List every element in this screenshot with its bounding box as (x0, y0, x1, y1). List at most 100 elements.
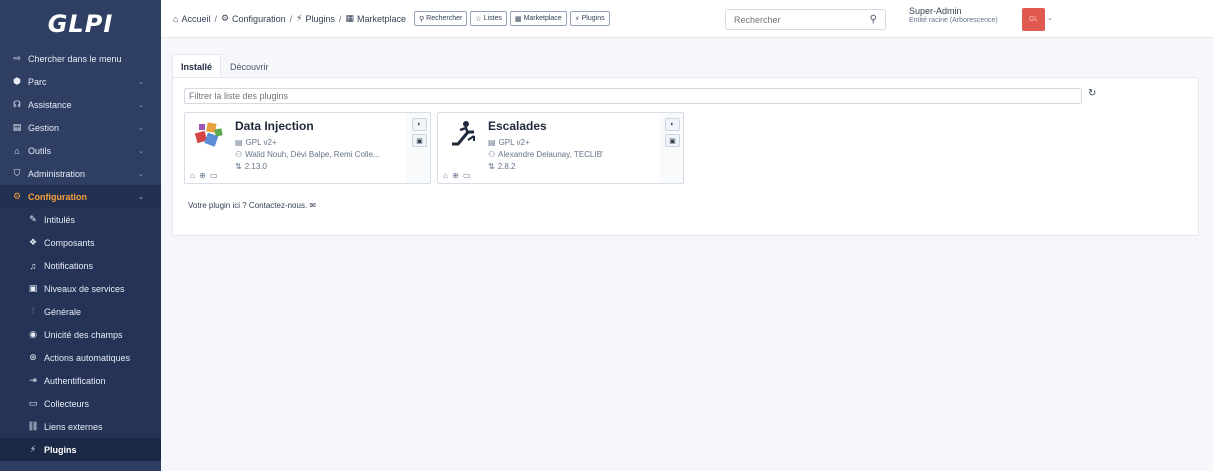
folder-button[interactable]: ▣ (412, 134, 427, 147)
toggle-enable-button[interactable]: ◐ (665, 118, 680, 131)
settings-icon: ⚙ (220, 13, 230, 23)
sidebar-item-label: Administration (28, 168, 86, 179)
sidebar-item-label: Actions automatiques (44, 352, 131, 363)
sidebar-item-label: Intitulés (44, 214, 76, 225)
sidebar-item-label: Parc (28, 76, 47, 87)
sidebar-subitem-plugins[interactable]: ⚡ Plugins (0, 438, 161, 461)
adjustments-icon: ⫶ (31, 306, 35, 316)
plugin-filter-input[interactable] (184, 88, 1082, 104)
sidebar-subitem-generale[interactable]: ⫶ Générale (0, 300, 161, 323)
tab-discover[interactable]: Découvrir (221, 54, 278, 78)
plugins-button[interactable]: ⚡ Plugins (569, 11, 610, 26)
sidebar-item-label: Composants (44, 237, 95, 248)
sidebar-item-gestion[interactable]: ▤ Gestion ⌄ (0, 116, 161, 139)
folder-button[interactable]: ▣ (665, 134, 680, 147)
sidebar: GLPI ⇨ Chercher dans le menu ⬢ Parc ⌄ ☊ Assi… (0, 0, 161, 471)
sidebar-nav: ⇨ Chercher dans le menu ⬢ Parc ⌄ ☊ Assistanc… (0, 47, 161, 461)
sidebar-item-configuration[interactable]: ⚙ Configuration ⌄ (0, 185, 161, 208)
sidebar-item-outils[interactable]: ⌂ Outils ⌄ (0, 139, 161, 162)
sidebar-item-label: Plugins (44, 444, 77, 455)
home-icon[interactable]: ⌂ (190, 171, 196, 180)
book-icon[interactable]: ▭ (210, 171, 219, 180)
user-name: Super-Admin (909, 6, 962, 16)
sidebar-subitem-niveaux-services[interactable]: ▣ Niveaux de services (0, 277, 161, 300)
plugin-card-data-injection: Data Injection ▤ GPL v2+ ⚇ Walid Nouh, Dév… (184, 112, 431, 184)
sidebar-item-label: Notifications (44, 260, 94, 271)
sidebar-item-label: Niveaux de services (44, 283, 125, 294)
shield-check-icon: ⛉ (13, 168, 21, 178)
sidebar-item-parc[interactable]: ⬢ Parc ⌄ (0, 70, 161, 93)
sidebar-subitem-intitules[interactable]: ✎ Intitulés (0, 208, 161, 231)
plugin-version: ⇅ 2.8.2 (488, 162, 516, 171)
building-store-icon: ▦ (345, 13, 354, 23)
chevron-down-icon[interactable]: ⌄ (1047, 14, 1053, 22)
breadcrumb-accueil[interactable]: ⌂ Accueil (173, 14, 210, 24)
sidebar-item-label: Collecteurs (44, 398, 90, 409)
plugin-card-body: Escalades ▤ GPL v2+ ⚇ Alexandre Delaunay, … (438, 113, 660, 183)
breadcrumb-configuration[interactable]: ⚙ Configuration (221, 13, 286, 24)
users-icon: ⚇ (488, 150, 496, 159)
inbox-icon: ▭ (28, 398, 38, 408)
home-icon[interactable]: ⌂ (443, 171, 449, 180)
plugins-panel: ↻ Data Injection ▤GPL v2+ ⚇Walid Nouh, D… (172, 77, 1199, 236)
bell-icon: ♫ (29, 260, 37, 271)
automation-icon: ⊛ (29, 352, 37, 362)
plugin-links: ⌂ ⊕ ▭ (190, 171, 219, 180)
chevron-down-icon: ⌄ (138, 78, 144, 86)
edit-icon: ✎ (29, 214, 37, 224)
user-menu[interactable]: Super-Admin Entité racine (Arborescence) (909, 6, 998, 26)
sidebar-item-label: Outils (28, 145, 52, 156)
building-store-icon: ▦ (514, 15, 522, 23)
plugin-license: ▤ GPL v2+ (235, 138, 277, 147)
sidebar-item-label: Unicité des champs (44, 329, 123, 340)
plugin-license: ▤ GPL v2+ (488, 138, 530, 147)
cube-icon: ⬢ (13, 76, 21, 86)
folder-icon: ▣ (669, 137, 676, 145)
search-icon[interactable]: ⚲ (870, 14, 877, 25)
marketplace-button[interactable]: ▦ Marketplace (509, 11, 567, 26)
git-branch-icon: ⇅ (235, 162, 242, 171)
bug-icon[interactable]: ⊕ (199, 171, 207, 180)
search-icon: ⚲ (419, 15, 425, 23)
sidebar-item-label: Authentification (44, 375, 106, 386)
search-button[interactable]: ⚲ Rechercher (414, 11, 468, 26)
toggle-icon: ◐ (670, 121, 675, 128)
sidebar-item-label: Chercher dans le menu (28, 53, 122, 64)
toggle-enable-button[interactable]: ◐ (412, 118, 427, 131)
refresh-icon[interactable]: ↻ (1088, 88, 1096, 99)
sidebar-subitem-composants[interactable]: ❖ Composants (0, 231, 161, 254)
plug-icon: ⚡ (296, 13, 303, 23)
sidebar-item-label: Assistance (28, 99, 72, 110)
plugin-authors: ⚇ Alexandre Delaunay, TECLIB' (488, 150, 604, 159)
plugin-tabs: Installé Découvrir (172, 54, 278, 78)
breadcrumb-separator: / (289, 13, 293, 24)
sidebar-subitem-collecteurs[interactable]: ▭ Collecteurs (0, 392, 161, 415)
lists-button[interactable]: ☆ Listes (470, 11, 507, 26)
sidebar-subitem-notifications[interactable]: ♫ Notifications (0, 254, 161, 277)
quick-actions: ⚲ Rechercher ☆ Listes ▦ Marketplace ⚡ Plugin… (414, 11, 610, 26)
global-search-input[interactable] (734, 14, 864, 25)
sidebar-item-assistance[interactable]: ☊ Assistance ⌄ (0, 93, 161, 116)
breadcrumb-marketplace[interactable]: ▦ Marketplace (345, 13, 406, 24)
breadcrumb-separator: / (338, 13, 342, 24)
menu-search-icon: ⇨ (13, 53, 21, 63)
breadcrumb-plugins[interactable]: ⚡ Plugins (296, 13, 335, 24)
tab-installed[interactable]: Installé (172, 54, 222, 78)
sidebar-subitem-authentification[interactable]: ⇥ Authentification (0, 369, 161, 392)
link-icon: ⛓ (27, 421, 39, 431)
chevron-down-icon: ⌄ (138, 193, 144, 201)
sidebar-item-administration[interactable]: ⛉ Administration ⌄ (0, 162, 161, 185)
sidebar-subitem-liens-externes[interactable]: ⛓ Liens externes (0, 415, 161, 438)
avatar[interactable]: GL (1022, 8, 1045, 31)
glpi-logo[interactable]: GLPI (0, 0, 161, 47)
contact-link[interactable]: Votre plugin ici ? Contactez-nous. ✉ (188, 201, 316, 210)
bug-icon[interactable]: ⊕ (452, 171, 460, 180)
license-icon: ▤ (488, 138, 496, 147)
sidebar-subitem-actions-auto[interactable]: ⊛ Actions automatiques (0, 346, 161, 369)
sidebar-subitem-unicite[interactable]: ◉ Unicité des champs (0, 323, 161, 346)
top-header: ⌂ Accueil / ⚙ Configuration / ⚡ Plugins / ▦… (161, 0, 1213, 38)
book-icon[interactable]: ▭ (463, 171, 472, 180)
sidebar-item-label: Configuration (28, 191, 87, 202)
sidebar-item-search-menu[interactable]: ⇨ Chercher dans le menu (0, 47, 161, 70)
wallet-icon: ▤ (12, 122, 22, 132)
